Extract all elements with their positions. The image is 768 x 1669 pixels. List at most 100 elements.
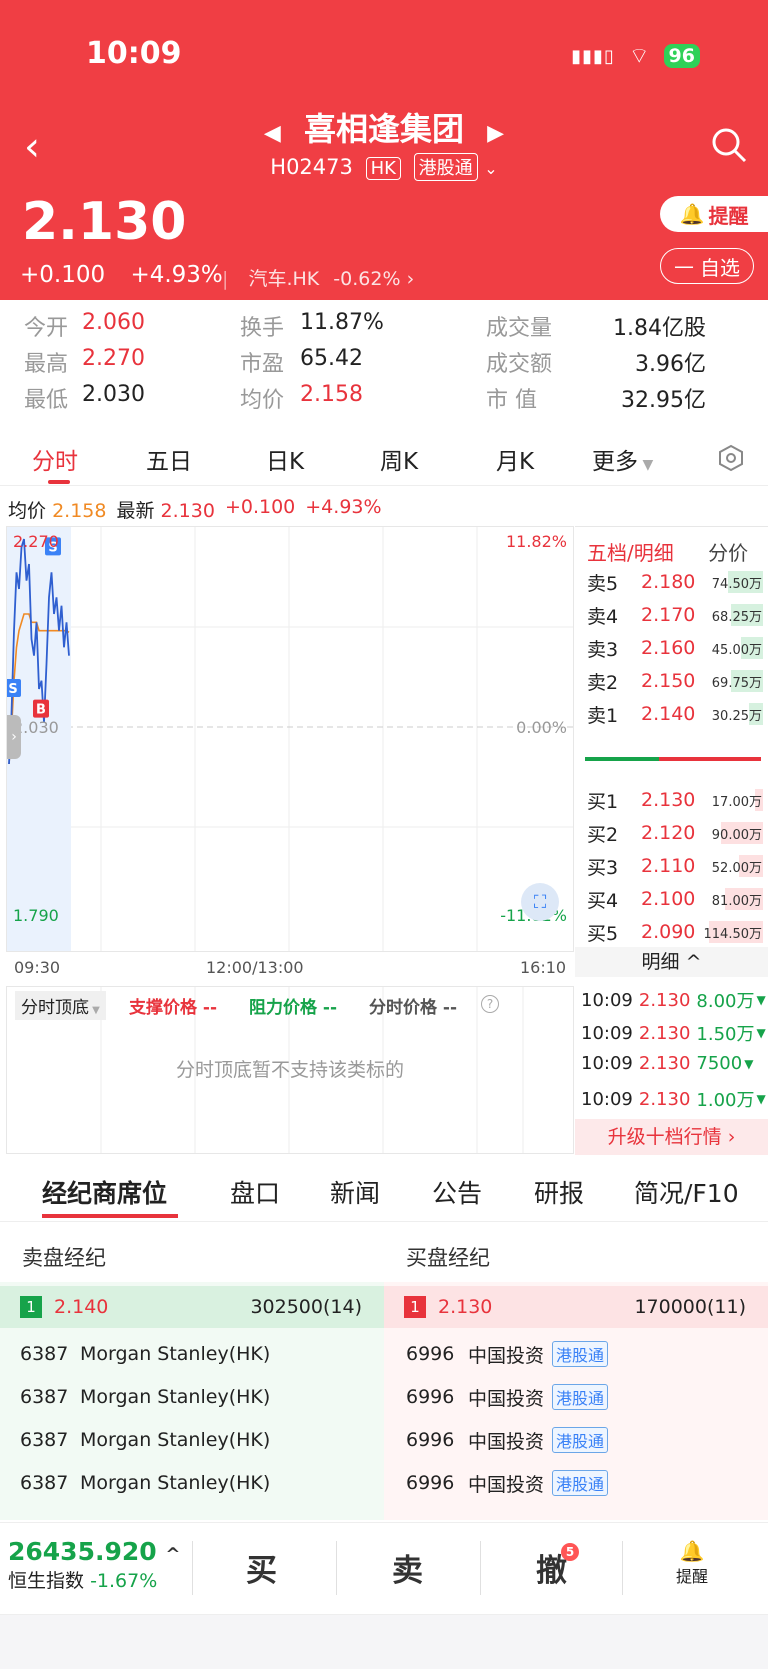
tab-underline <box>48 480 70 484</box>
buy-broker-row[interactable]: 6996 中国投资 港股通 <box>406 1418 609 1462</box>
broker-name: 中国投资 <box>468 1344 545 1367</box>
chevron-down-icon: ⌄ <box>484 159 498 178</box>
sell-marker[interactable]: S <box>5 679 21 697</box>
alert-button[interactable]: 🔔 提醒 <box>660 196 768 232</box>
buy-button[interactable]: 买 <box>246 1545 277 1590</box>
broker-name: 中国投资 <box>468 1387 545 1410</box>
stock-code-row[interactable]: H02473 HK 港股通 ⌄ <box>0 153 768 181</box>
stat-item: 最高 2.270 <box>24 346 204 377</box>
trade-volume: 1.00万 <box>696 1090 755 1111</box>
buy-marker[interactable]: B <box>33 699 49 718</box>
stat-label: 成交额 <box>486 352 553 377</box>
indicator-notice: 分时顶底暂不支持该类标的 <box>175 1059 404 1081</box>
tab-more[interactable]: 更多 ▼ <box>592 442 653 476</box>
sector-name: 汽车.HK <box>248 268 320 290</box>
tab-daily[interactable]: 日K <box>266 442 304 476</box>
search-icon[interactable] <box>710 126 748 164</box>
broker-name: 中国投资 <box>468 1473 545 1496</box>
wifi-icon: ⌔ <box>628 44 650 69</box>
bottom-alert-button[interactable]: 🔔 提醒 <box>676 1539 708 1587</box>
tab-brokers[interactable]: 经纪商席位 <box>42 1174 167 1210</box>
sell-broker-row[interactable]: 6387 Morgan Stanley(HK) <box>20 1418 270 1462</box>
tab-monthly[interactable]: 月K <box>496 442 534 476</box>
down-arrow-icon: ▼ <box>744 1056 754 1071</box>
settings-icon[interactable] <box>718 444 744 472</box>
stat-item: 市盈 65.42 <box>240 346 420 377</box>
stat-item: 成交额 3.96亿 <box>486 346 706 377</box>
bottom-top-selector[interactable]: 分时顶底 ▼ <box>15 991 106 1020</box>
stat-label: 市 值 <box>486 388 537 413</box>
detail-toggle[interactable]: 明细 ^ <box>575 947 768 977</box>
connect-tag: 港股通 <box>552 1341 609 1367</box>
minus-icon: — <box>674 254 694 278</box>
broker-name: Morgan Stanley(HK) <box>80 1386 271 1408</box>
next-stock-icon[interactable]: ▶ <box>487 121 504 146</box>
trade-row: 10:09 2.130 7500 ▼ <box>581 1053 767 1074</box>
stat-value: 2.060 <box>82 310 145 335</box>
sell-top-level: 1 2.140 302500(14) <box>0 1286 384 1328</box>
upgrade-button[interactable]: 升级十档行情 › <box>575 1119 768 1155</box>
buy-broker-row[interactable]: 6996 中国投资 港股通 <box>406 1332 609 1376</box>
buy-broker-row[interactable]: 6996 中国投资 港股通 <box>406 1461 609 1505</box>
broker-id: 6387 <box>20 1386 69 1408</box>
stat-value: 3.96亿 <box>635 352 706 377</box>
expand-handle-icon[interactable]: › <box>7 715 21 759</box>
y-label-bottom: 1.790 <box>13 906 59 925</box>
help-icon[interactable]: ? <box>481 995 499 1013</box>
buy-broker-row[interactable]: 6996 中国投资 港股通 <box>406 1375 609 1419</box>
order-level-row: 买1 2.130 17.00万 <box>587 785 765 815</box>
content-tab-underline <box>42 1214 178 1218</box>
tab-announcements[interactable]: 公告 <box>432 1174 482 1210</box>
index-pct: -1.67% <box>90 1570 158 1592</box>
level-volume: 90.00万 <box>711 827 762 843</box>
divider <box>622 1541 623 1595</box>
sector-link[interactable]: | 汽车.HK -0.62% › <box>222 264 414 291</box>
prev-stock-icon[interactable]: ◀ <box>264 121 281 146</box>
tab-news[interactable]: 新闻 <box>330 1174 380 1210</box>
trade-time: 10:09 <box>581 989 633 1011</box>
add-watchlist-button[interactable]: — 自选 <box>660 248 754 284</box>
tab-intraday[interactable]: 分时 <box>32 442 78 476</box>
svg-text:B: B <box>36 703 46 718</box>
level-price: 2.180 <box>641 571 696 593</box>
bottom-top-label: 分时顶底 <box>21 998 89 1018</box>
stat-value: 11.87% <box>300 310 384 335</box>
trade-volume: 7500 <box>696 1053 743 1074</box>
intraday-chart[interactable]: SSSSB2.2702.0301.79011.82%0.00%-11.82% ›… <box>1 504 574 952</box>
index-ticker[interactable]: 26435.920 ^ 恒生指数 -1.67% <box>8 1537 180 1593</box>
avg-line-info: 均价 2.158 最新 2.130 +0.100 +4.93% <box>8 496 382 523</box>
tab-weekly[interactable]: 周K <box>380 442 418 476</box>
tab-level5[interactable]: 五档/明细 <box>587 541 674 565</box>
chart-tabs: 分时 五日 日K 周K 月K 更多 ▼ <box>0 432 768 486</box>
indicator-panel: 分时顶底 ▼ 支撑价格 -- 阻力价格 -- 分时价格 -- ? 分时顶底暂不支… <box>6 986 574 1154</box>
level-volume: 114.50万 <box>703 926 763 942</box>
pct-label-top: 11.82% <box>506 532 567 551</box>
battery-icon: 96 <box>663 44 700 68</box>
sell-button[interactable]: 卖 <box>392 1545 423 1590</box>
tab-price-dist[interactable]: 分价 <box>708 541 748 565</box>
tab-5day[interactable]: 五日 <box>146 442 192 476</box>
upgrade-label: 升级十档行情 <box>607 1126 722 1148</box>
tab-handicap[interactable]: 盘口 <box>230 1174 280 1210</box>
stock-name-row: ◀ 喜相逢集团 ▶ <box>0 104 768 150</box>
fullscreen-icon[interactable]: ⛶ <box>521 883 559 921</box>
cancel-order-button[interactable]: 撤 5 <box>536 1543 579 1590</box>
status-icons: ▮▮▮▯ ⌔ 96 <box>571 42 700 70</box>
sell-broker-row[interactable]: 6387 Morgan Stanley(HK) <box>20 1461 270 1505</box>
sell-broker-row[interactable]: 6387 Morgan Stanley(HK) <box>20 1332 270 1376</box>
level-price: 2.090 <box>641 921 696 943</box>
avg-text: 均价 <box>8 500 47 522</box>
support-price: 支撑价格 -- <box>129 998 218 1018</box>
buy-top-qty: 170000(11) <box>634 1296 746 1318</box>
level-label: 卖2 <box>587 671 619 694</box>
sell-broker-row[interactable]: 6387 Morgan Stanley(HK) <box>20 1375 270 1419</box>
sell-broker-title: 卖盘经纪 <box>22 1246 106 1270</box>
level-label: 买1 <box>587 790 619 813</box>
level-label: 卖4 <box>587 605 619 628</box>
order-level-row: 卖3 2.160 45.00万 <box>587 633 765 663</box>
tab-research[interactable]: 研报 <box>534 1174 584 1210</box>
buy-top-price: 2.130 <box>438 1296 493 1318</box>
tab-f10[interactable]: 简况/F10 <box>634 1174 739 1210</box>
level-label: 卖1 <box>587 704 619 727</box>
stock-code: H02473 <box>270 155 353 179</box>
